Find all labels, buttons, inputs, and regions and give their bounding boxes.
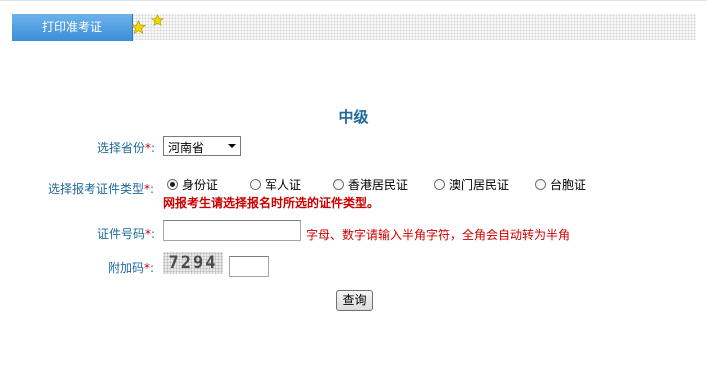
id-number-hint: 字母、数字请输入半角字符，全角会自动转为半角	[306, 228, 571, 242]
query-button[interactable]: 查询	[336, 290, 373, 311]
captcha-image[interactable]: 7294	[163, 252, 223, 274]
tab-print-admission-ticket[interactable]: 打印准考证	[12, 14, 133, 41]
province-label-text: 选择省份	[97, 141, 146, 155]
radio-button[interactable]	[250, 178, 261, 190]
top-border	[0, 0, 707, 1]
radio-label: 香港居民证	[348, 177, 409, 192]
label-colon: :	[150, 182, 155, 196]
radio-button[interactable]	[434, 178, 445, 190]
radio-taiwan-id[interactable]: 台胞证	[535, 176, 586, 192]
id-number-input[interactable]	[163, 220, 301, 241]
star-icon	[131, 20, 146, 34]
captcha-input[interactable]	[229, 256, 269, 277]
radio-label: 身份证	[182, 177, 219, 192]
radio-label: 军人证	[265, 177, 302, 192]
captcha-label: 附加码*:	[108, 259, 154, 276]
id-type-warning: 网报考生请选择报名时所选的证件类型。	[163, 196, 380, 210]
radio-button-checked[interactable]	[167, 178, 178, 190]
id-type-label-text: 选择报考证件类型	[48, 182, 145, 196]
province-select[interactable]: 河南省	[163, 136, 241, 156]
radio-label: 台胞证	[550, 177, 587, 192]
star-icon	[151, 14, 164, 26]
label-colon: :	[151, 227, 156, 241]
province-label: 选择省份*:	[97, 139, 155, 156]
radio-hongkong-id[interactable]: 香港居民证	[333, 176, 408, 192]
radio-button[interactable]	[535, 178, 546, 190]
radio-button[interactable]	[333, 178, 344, 190]
label-colon: :	[151, 141, 156, 155]
id-type-label: 选择报考证件类型*:	[48, 180, 154, 197]
captcha-label-text: 附加码	[108, 261, 145, 275]
id-number-label: 证件号码*:	[97, 225, 155, 242]
level-title: 中级	[338, 108, 369, 126]
radio-military-id[interactable]: 军人证	[250, 176, 301, 192]
id-number-label-text: 证件号码	[97, 227, 146, 241]
radio-macau-id[interactable]: 澳门居民证	[434, 176, 509, 192]
radio-label: 澳门居民证	[449, 177, 510, 192]
chevron-down-icon	[228, 144, 236, 148]
label-colon: :	[150, 261, 155, 275]
province-selected-value: 河南省	[168, 141, 205, 155]
radio-id-card[interactable]: 身份证	[167, 176, 218, 192]
